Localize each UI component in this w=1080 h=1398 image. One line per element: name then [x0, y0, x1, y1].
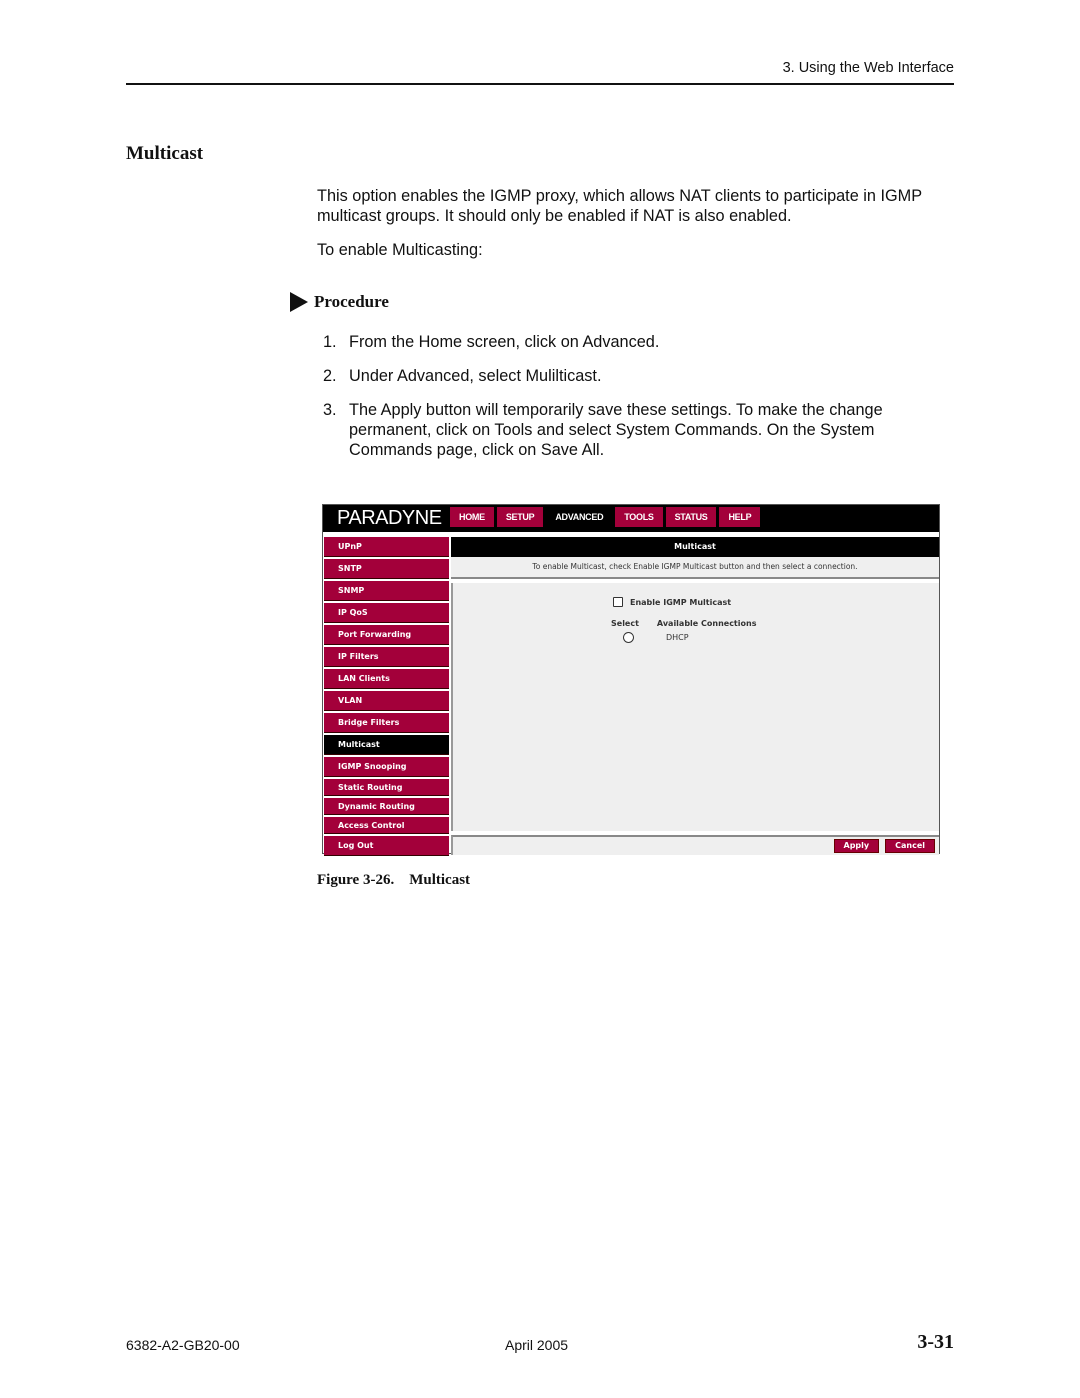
section-title: Multicast: [126, 143, 204, 164]
step-text: The Apply button will temporarily save t…: [349, 401, 883, 459]
sidebar-item-snmp[interactable]: SNMP: [324, 581, 449, 601]
sidebar-item-lan-clients[interactable]: LAN Clients: [324, 669, 449, 689]
step-text: Under Advanced, select Mulilticast.: [349, 367, 602, 385]
nav-tab-help[interactable]: HELP: [719, 507, 761, 527]
main-nav: HOME SETUP ADVANCED TOOLS STATUS HELP: [450, 507, 761, 527]
intro-paragraph: This option enables the IGMP proxy, whic…: [317, 187, 922, 225]
nav-tab-setup[interactable]: SETUP: [496, 507, 544, 527]
connection-row: DHCP: [623, 632, 689, 643]
running-head: 3. Using the Web Interface: [782, 60, 954, 76]
sidebar-item-bridge-filters[interactable]: Bridge Filters: [324, 713, 449, 733]
footer-date: April 2005: [505, 1337, 569, 1353]
panel-hint: To enable Multicast, check Enable IGMP M…: [451, 557, 939, 579]
procedure-heading: Procedure: [290, 292, 389, 312]
step-number: 2.: [323, 367, 337, 385]
sidebar-item-vlan[interactable]: VLAN: [324, 691, 449, 711]
enable-igmp-row[interactable]: Enable IGMP Multicast: [613, 597, 731, 607]
apply-button[interactable]: Apply: [833, 839, 880, 853]
sidebar-item-igmp-snooping[interactable]: IGMP Snooping: [324, 757, 449, 777]
router-ui-screenshot: PARADYNE HOME SETUP ADVANCED TOOLS STATU…: [322, 504, 940, 856]
nav-tab-advanced[interactable]: ADVANCED: [546, 507, 613, 527]
lead-in-text: To enable Multicasting:: [317, 241, 483, 259]
connection-radio[interactable]: [623, 632, 634, 643]
panel-title: Multicast: [451, 537, 939, 557]
top-bar: PARADYNE HOME SETUP ADVANCED TOOLS STATU…: [323, 505, 939, 532]
step-text: From the Home screen, click on Advanced.: [349, 333, 660, 351]
sidebar-item-sntp[interactable]: SNTP: [324, 559, 449, 579]
footer-page-number: 3-31: [917, 1331, 954, 1353]
main-panel: Multicast To enable Multicast, check Ena…: [451, 537, 939, 855]
nav-tab-status[interactable]: STATUS: [665, 507, 717, 527]
footer-doc-number: 6382-A2-GB20-00: [126, 1337, 240, 1353]
header-rule: [126, 83, 954, 85]
figure-caption: Figure 3-26. Multicast: [317, 872, 471, 888]
connection-name: DHCP: [666, 633, 689, 642]
procedure-arrow-icon: [290, 292, 308, 312]
nav-tab-tools[interactable]: TOOLS: [615, 507, 663, 527]
step-number: 1.: [323, 333, 337, 351]
select-column-header: Select: [611, 619, 639, 628]
sidebar-item-dynamic-routing[interactable]: Dynamic Routing: [324, 798, 449, 815]
sidebar-item-multicast[interactable]: Multicast: [324, 735, 449, 755]
sidebar-item-ip-filters[interactable]: IP Filters: [324, 647, 449, 667]
button-group: Apply Cancel: [833, 839, 935, 853]
nav-tab-home[interactable]: HOME: [450, 507, 494, 527]
enable-igmp-checkbox[interactable]: [613, 597, 623, 607]
step-number: 3.: [323, 401, 337, 419]
sidebar-item-ip-qos[interactable]: IP QoS: [324, 603, 449, 623]
sidebar-item-access-control[interactable]: Access Control: [324, 817, 449, 834]
step-item: 3. The Apply button will temporarily sav…: [323, 400, 933, 460]
panel-body: Enable IGMP Multicast Select Available C…: [451, 583, 939, 831]
sidebar-item-upnp[interactable]: UPnP: [324, 537, 449, 557]
sidebar-item-log-out[interactable]: Log Out: [324, 836, 449, 856]
enable-igmp-label: Enable IGMP Multicast: [630, 597, 732, 607]
paradyne-logo: PARADYNE: [337, 507, 442, 529]
sidebar-item-static-routing[interactable]: Static Routing: [324, 779, 449, 796]
connections-header: Select Available Connections: [611, 619, 756, 628]
cancel-button[interactable]: Cancel: [885, 839, 935, 853]
sidebar: UPnP SNTP SNMP IP QoS Port Forwarding IP…: [324, 537, 449, 858]
panel-footer: Apply Cancel: [451, 835, 939, 855]
sidebar-item-port-forwarding[interactable]: Port Forwarding: [324, 625, 449, 645]
procedure-steps: 1. From the Home screen, click on Advanc…: [323, 332, 933, 474]
step-item: 2. Under Advanced, select Mulilticast.: [323, 366, 933, 386]
procedure-label: Procedure: [314, 292, 389, 311]
connections-column-header: Available Connections: [656, 619, 757, 628]
step-item: 1. From the Home screen, click on Advanc…: [323, 332, 933, 352]
